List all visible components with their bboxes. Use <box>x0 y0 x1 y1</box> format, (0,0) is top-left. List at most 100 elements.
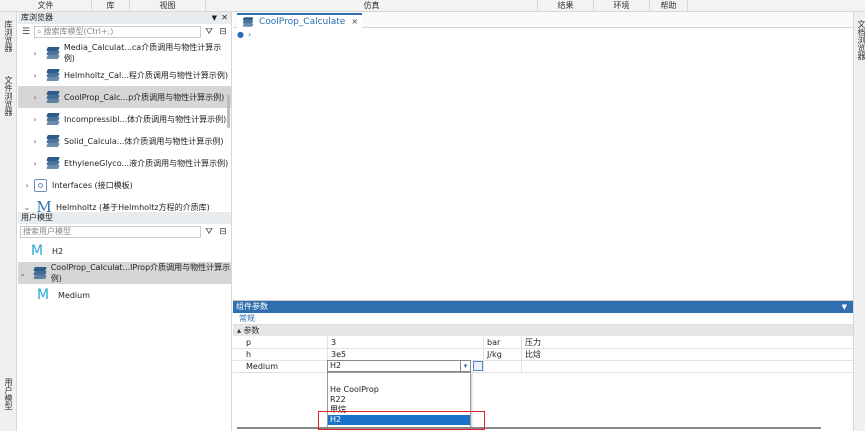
param-name: p <box>246 338 252 347</box>
panel-menu-arrow-icon[interactable]: ▼ <box>212 12 217 24</box>
collapse-icon[interactable]: ⊟ <box>217 26 229 38</box>
close-icon[interactable]: ✕ <box>221 12 228 24</box>
package-stack-icon <box>46 69 60 81</box>
library-browser-panel: 库浏览器 ▼ ✕ ☰ ⌕ 搜索库模型(Ctrl+;) ⛛ ⊟ › Media_C… <box>18 12 232 216</box>
param-unit[interactable]: bar <box>483 337 521 349</box>
library-search-input[interactable]: ⌕ 搜索库模型(Ctrl+;) <box>34 25 201 38</box>
tab-coolprop-calculate[interactable]: CoolProp_Calculate × <box>237 13 363 28</box>
home-dot-icon[interactable]: ● <box>237 30 244 39</box>
menu-file[interactable]: 文件 <box>0 0 92 12</box>
package-stack-icon <box>46 157 60 169</box>
tree-item-label: Helmholtz (基于Helmholtz方程的介质库) <box>56 202 210 212</box>
tree-item-helmholtz-calculate[interactable]: › Helmholtz_Cal...程介质调用与物性计算示例) <box>18 64 231 86</box>
library-search-placeholder: 搜索库模型(Ctrl+;) <box>43 27 114 36</box>
list-view-icon[interactable]: ☰ <box>20 26 32 38</box>
param-row-h: h 3e5 J/kg 比焓 <box>233 349 853 361</box>
param-unit[interactable]: J/kg <box>483 349 521 361</box>
menu-bar: 文件 库 视图 仿真 结果 环境 帮助 <box>0 0 865 12</box>
menu-environment[interactable]: 环境 <box>594 0 650 12</box>
user-item-coolprop-calculate[interactable]: ⌄ CoolProp_Calculat...lProp介质调用与物性计算示例) <box>18 262 231 284</box>
package-stack-icon <box>46 113 60 125</box>
tab-file-browser[interactable]: 文件浏览器 <box>3 76 14 116</box>
param-value-field[interactable]: 3 <box>327 337 483 349</box>
medium-dropdown-value: H2 <box>330 361 342 370</box>
param-row-medium: Medium <box>233 361 853 373</box>
chevron-right-icon[interactable]: › <box>30 49 40 58</box>
param-group-label: 参数 <box>243 326 260 335</box>
param-description <box>521 361 607 373</box>
collapse-triangle-icon[interactable]: ▴ <box>237 326 241 335</box>
package-stack-icon <box>33 267 48 279</box>
tree-item-ethyleneglycol-calculate[interactable]: › EthyleneGlyco...液介质调用与物性计算示例) <box>18 152 231 174</box>
tab-label: CoolProp_Calculate <box>259 16 346 27</box>
model-M-icon: M <box>36 287 50 303</box>
tree-item-label: EthyleneGlyco...液介质调用与物性计算示例) <box>64 158 229 168</box>
user-search-placeholder: 搜索用户模型 <box>23 227 71 236</box>
menu-simulation[interactable]: 仿真 <box>206 0 538 12</box>
menu-view[interactable]: 视图 <box>130 0 206 12</box>
tree-item-solid-calculate[interactable]: › Solid_Calcula...体介质调用与物性计算示例) <box>18 130 231 152</box>
package-stack-icon <box>46 91 60 103</box>
menu-library[interactable]: 库 <box>92 0 130 12</box>
editor-nav-row: ● › <box>233 28 853 40</box>
tree-item-label: CoolProp_Calc...p介质调用与物性计算示例) <box>64 92 225 102</box>
filter-icon[interactable]: ⛛ <box>203 26 215 38</box>
chevron-right-icon[interactable]: › <box>30 71 40 80</box>
interface-icon <box>34 178 47 192</box>
param-unit <box>483 361 521 373</box>
dropdown-option[interactable]: R22 <box>328 395 470 405</box>
menu-help[interactable]: 帮助 <box>650 0 688 12</box>
chevron-right-icon[interactable]: › <box>30 137 40 146</box>
library-scrollbar[interactable] <box>227 94 230 128</box>
param-description: 压力 <box>521 337 607 349</box>
tab-user-models[interactable]: 用户模型 <box>3 378 14 410</box>
component-params-title: 组件参数 <box>236 302 268 311</box>
chevron-down-icon[interactable]: ⌄ <box>22 203 32 212</box>
chevron-right-icon[interactable]: › <box>30 93 40 102</box>
param-name: Medium <box>246 362 278 371</box>
library-search-row: ☰ ⌕ 搜索库模型(Ctrl+;) ⛛ ⊟ <box>18 24 231 39</box>
chevron-down-icon[interactable]: ⌄ <box>18 269 27 278</box>
user-item-label: CoolProp_Calculat...lProp介质调用与物性计算示例) <box>50 263 231 283</box>
tree-item-label: Helmholtz_Cal...程介质调用与物性计算示例) <box>64 70 228 80</box>
library-panel-title: 库浏览器 <box>21 13 53 22</box>
chevron-right-icon[interactable]: › <box>30 159 40 168</box>
tab-general[interactable]: 常规 <box>233 313 853 325</box>
medium-dropdown[interactable]: H2 ▾ <box>327 360 471 372</box>
tree-item-media-calculate[interactable]: › Media_Calculat...ca介质调用与物性计算示例) <box>18 42 231 64</box>
user-item-medium[interactable]: M Medium <box>18 284 231 306</box>
user-item-label: H2 <box>52 246 64 256</box>
chevron-down-icon[interactable]: ▾ <box>460 361 470 371</box>
chevron-right-icon[interactable]: › <box>248 30 251 39</box>
close-tab-icon[interactable]: × <box>351 17 358 26</box>
package-stack-icon <box>242 16 254 27</box>
package-stack-icon <box>46 135 60 147</box>
panel-menu-arrow-icon[interactable]: ▼ <box>842 301 847 313</box>
user-item-label: Medium <box>58 290 90 300</box>
param-description: 比焓 <box>521 349 607 361</box>
tree-item-label: Solid_Calcula...体介质调用与物性计算示例) <box>64 136 224 146</box>
library-panel-header: 库浏览器 ▼ ✕ <box>18 12 231 24</box>
model-M-icon: M <box>30 243 44 259</box>
chevron-right-icon[interactable]: › <box>22 181 32 190</box>
editor-tab-bar: CoolProp_Calculate × <box>233 12 853 28</box>
menu-results[interactable]: 结果 <box>538 0 594 12</box>
tree-item-interfaces[interactable]: › Interfaces (接口模板) <box>18 174 231 196</box>
user-models-search-input[interactable]: 搜索用户模型 <box>20 225 201 238</box>
filter-icon[interactable]: ⛛ <box>203 226 215 238</box>
tree-item-label: Interfaces (接口模板) <box>52 180 133 190</box>
tab-document-browser[interactable]: 文档浏览器 <box>856 20 865 60</box>
edit-icon[interactable] <box>473 361 483 371</box>
chevron-right-icon[interactable]: › <box>30 115 40 124</box>
left-tool-strip: 库浏览器 文件浏览器 用户模型 <box>0 12 17 431</box>
dropdown-option[interactable] <box>328 375 470 385</box>
tree-item-coolprop-calculate[interactable]: › CoolProp_Calc...p介质调用与物性计算示例) <box>18 86 231 108</box>
tree-item-incompressible-calculate[interactable]: › Incompressibl...体介质调用与物性计算示例) <box>18 108 231 130</box>
user-item-h2[interactable]: M H2 <box>18 240 231 262</box>
param-group-header[interactable]: ▴ 参数 <box>233 325 853 336</box>
param-row-p: p 3 bar 压力 <box>233 337 853 349</box>
dropdown-option[interactable]: He CoolProp <box>328 385 470 395</box>
collapse-icon[interactable]: ⊟ <box>217 226 229 238</box>
package-stack-icon <box>46 47 60 59</box>
tab-library-browser[interactable]: 库浏览器 <box>3 20 14 52</box>
